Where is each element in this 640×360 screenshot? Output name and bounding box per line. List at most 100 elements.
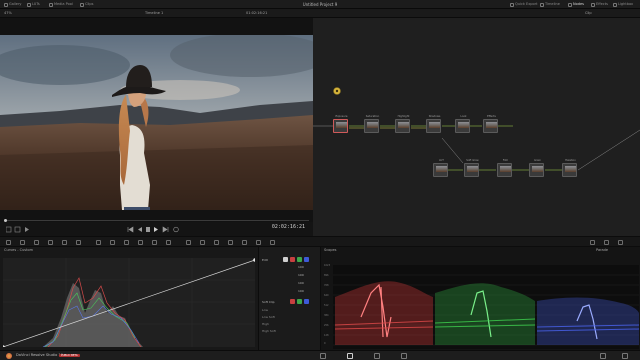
top-menu-bar: Gallery LUTs Media Pool Clips Untitled P… (0, 0, 640, 9)
node-editor[interactable]: Exposure Saturation Highlight Shadows Lo… (313, 18, 640, 236)
media-pool-button[interactable]: Media Pool (49, 1, 73, 8)
node-11[interactable]: Halation (562, 159, 577, 177)
tool-icon-18[interactable] (256, 240, 261, 245)
soft-clip-green[interactable] (297, 299, 302, 304)
tool-icon-4[interactable] (48, 240, 53, 245)
tool-icon-12[interactable] (166, 240, 171, 245)
settings-icon[interactable] (622, 353, 628, 359)
clips-icon (80, 2, 84, 7)
deliver-page-icon[interactable] (401, 353, 407, 359)
tool-icon-21[interactable] (604, 240, 609, 245)
blue-value[interactable]: 100 (298, 289, 304, 293)
viewer-tools-icons[interactable] (6, 226, 36, 233)
curves-title: Curves - Custom (4, 248, 34, 252)
project-title: Untitled Project 9 (302, 2, 338, 7)
home-icon[interactable] (600, 353, 606, 359)
scrub-track[interactable] (4, 220, 309, 221)
scale-512: 512 (324, 304, 329, 307)
nodes-button[interactable]: Nodes (568, 1, 584, 8)
high-soft-label: High Soft (262, 329, 276, 333)
tool-icon-15[interactable] (214, 240, 219, 245)
tool-icon-16[interactable] (228, 240, 233, 245)
node-3[interactable]: Highlight (395, 115, 410, 133)
node-5[interactable]: Look (455, 115, 470, 133)
tool-icon-5[interactable] (62, 240, 67, 245)
scale-0: 0 (324, 342, 326, 345)
beta-badge: PUBLIC BETA (59, 353, 80, 357)
scale-640: 640 (324, 294, 329, 297)
timecode-top: 01:02:16:21 (246, 11, 268, 15)
low-label: Low (262, 308, 268, 312)
effects-button[interactable]: Effects (591, 1, 608, 8)
green-channel-toggle[interactable] (297, 257, 302, 262)
playback-controls[interactable] (126, 226, 186, 233)
quick-export-button[interactable]: Quick Export (510, 1, 537, 8)
luts-icon (27, 2, 31, 7)
tool-icon-17[interactable] (242, 240, 247, 245)
node-9[interactable]: Film (497, 159, 512, 177)
tool-icon-1[interactable] (6, 240, 11, 245)
lightbox-button[interactable]: Lightbox (613, 1, 633, 8)
curves-tool-icon[interactable] (96, 240, 101, 245)
node-6[interactable]: Effects (483, 115, 498, 133)
tool-icon-13[interactable] (186, 240, 191, 245)
export-icon (510, 2, 514, 7)
tool-icon-20[interactable] (590, 240, 595, 245)
viewer-timecode: 02:02:16:21 (271, 224, 305, 230)
node-8[interactable]: Soft Glow (464, 159, 479, 177)
tool-icon-8[interactable] (110, 240, 115, 245)
timeline-icon (540, 2, 544, 7)
status-bar: DaVinci Resolve Studio 19 PUBLIC BETA (0, 350, 640, 360)
scale-768: 768 (324, 284, 329, 287)
viewer-image (0, 35, 313, 210)
tool-icon-10[interactable] (138, 240, 143, 245)
tool-icon-14[interactable] (200, 240, 205, 245)
tool-icon-19[interactable] (270, 240, 275, 245)
y-value[interactable]: 100 (298, 265, 304, 269)
tool-icon-11[interactable] (152, 240, 157, 245)
clips-button[interactable]: Clips (80, 1, 93, 8)
soft-clip-blue[interactable] (304, 299, 309, 304)
timeline-selector[interactable]: Timeline 1 (145, 10, 163, 17)
gallery-icon (4, 2, 8, 7)
tool-icon-6[interactable] (76, 240, 81, 245)
node-10[interactable]: Grain (529, 159, 544, 177)
scale-128: 128 (324, 334, 329, 337)
effects-icon (591, 2, 595, 7)
node-2[interactable]: Saturation (364, 115, 379, 133)
curves-graph[interactable] (1, 258, 257, 349)
y-channel-toggle[interactable] (283, 257, 288, 262)
blue-channel-toggle[interactable] (304, 257, 309, 262)
node-4[interactable]: Shadows (426, 115, 441, 133)
zoom-level[interactable]: 47% (4, 10, 12, 17)
node-7[interactable]: LUT (433, 159, 448, 177)
nodes-icon (568, 2, 572, 7)
tool-icon-3[interactable] (34, 240, 39, 245)
green-value[interactable]: 100 (298, 281, 304, 285)
scopes-mode-select[interactable]: Parade (596, 248, 608, 252)
edit-label: Edit (262, 258, 268, 262)
gallery-button[interactable]: Gallery (4, 1, 21, 8)
curves-edit-panel: Edit 100 100 100 100 Soft Clip Low Low S… (258, 247, 320, 350)
soft-clip-red[interactable] (290, 299, 295, 304)
scale-1023: 1023 (324, 264, 331, 267)
tool-icon-9[interactable] (124, 240, 129, 245)
scopes-title: Scopes (324, 248, 337, 252)
color-tools-strip (0, 236, 640, 247)
scopes-panel: Scopes Parade 1023 896 768 640 512 384 2… (320, 247, 640, 350)
color-page-icon[interactable] (347, 353, 353, 359)
node-1[interactable]: Exposure (333, 115, 348, 133)
timeline-button[interactable]: Timeline (540, 1, 560, 8)
fairlight-page-icon[interactable] (374, 353, 380, 359)
app-name: DaVinci Resolve Studio 19 (16, 353, 63, 357)
red-value[interactable]: 100 (298, 273, 304, 277)
tool-icon-2[interactable] (20, 240, 25, 245)
red-channel-toggle[interactable] (290, 257, 295, 262)
scale-896: 896 (324, 274, 329, 277)
resolve-logo-icon (6, 353, 12, 359)
tool-icon-22[interactable] (618, 240, 623, 245)
viewer-header: 47% Timeline 1 01:02:16:21 Clip (0, 9, 640, 18)
clip-selector[interactable]: Clip (585, 10, 592, 17)
luts-button[interactable]: LUTs (27, 1, 40, 8)
media-page-icon[interactable] (320, 353, 326, 359)
